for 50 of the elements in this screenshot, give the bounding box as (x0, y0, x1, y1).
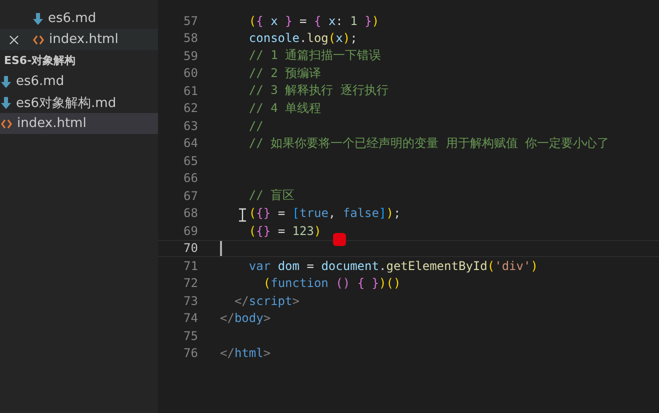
line-number: 75 (182, 328, 198, 343)
code-line: // (248, 118, 264, 133)
line-number: 63 (182, 118, 198, 133)
i-beam-cursor-icon (239, 208, 246, 222)
line-number: 59 (182, 48, 198, 63)
code-line: </html> (220, 346, 271, 360)
line-number: 64 (182, 136, 198, 150)
code-line: ({} = 123) (248, 224, 322, 238)
line-number: 69 (182, 224, 198, 238)
line-number: 68 (182, 206, 198, 220)
line-number: 72 (182, 276, 198, 290)
open-editor-item[interactable]: es6.md (0, 8, 158, 29)
line-number: 58 (182, 31, 198, 46)
line-number: 73 (182, 294, 198, 308)
line-number: 61 (182, 84, 198, 98)
file-item[interactable]: index.html (0, 113, 158, 134)
line-number: 65 (182, 154, 198, 168)
code-line: ({} = [true, false]); (248, 206, 401, 220)
code-brackets-icon (33, 34, 44, 44)
line-number: 71 (182, 258, 198, 273)
line-number: 57 (182, 14, 198, 28)
line-number: 70 (182, 241, 198, 256)
code-line: // 如果你要将一个已经声明的变量 用于解构赋值 你一定要小心了 (248, 134, 610, 152)
download-arrow-icon (1, 76, 11, 88)
code-line: console.log(x); (248, 31, 358, 46)
code-line: (function () { })() (263, 276, 401, 290)
line-number: 66 (182, 171, 198, 186)
code-line: ({ x } = { x: 1 }) (248, 14, 380, 28)
line-number: 67 (182, 188, 198, 203)
folder-title[interactable]: ES6-对象解构 (0, 50, 158, 71)
line-number: 62 (182, 101, 198, 116)
code-line: // 1 通篇扫描一下错误 (248, 47, 382, 64)
code-line: </body> (220, 311, 271, 326)
code-brackets-icon (1, 118, 12, 128)
code-line: // 盲区 (248, 187, 295, 204)
download-arrow-icon (1, 96, 11, 108)
close-icon[interactable] (9, 34, 19, 44)
code-line: // 2 预编译 (248, 64, 322, 82)
download-arrow-icon (33, 12, 43, 24)
file-item[interactable]: es6.md (0, 71, 158, 92)
line-number: 74 (182, 311, 198, 326)
line-number: 76 (182, 346, 198, 360)
file-item[interactable]: es6对象解构.md (0, 92, 158, 113)
code-line: var dom = document.getElementById('div') (248, 258, 538, 273)
code-line: </script> (234, 294, 300, 308)
code-line: // 3 解释执行 逐行执行 (248, 82, 388, 100)
line-number: 60 (182, 66, 198, 80)
text-cursor (220, 240, 222, 256)
code-line: // 4 单线程 (248, 100, 322, 117)
open-editor-item[interactable]: index.html (0, 29, 158, 50)
